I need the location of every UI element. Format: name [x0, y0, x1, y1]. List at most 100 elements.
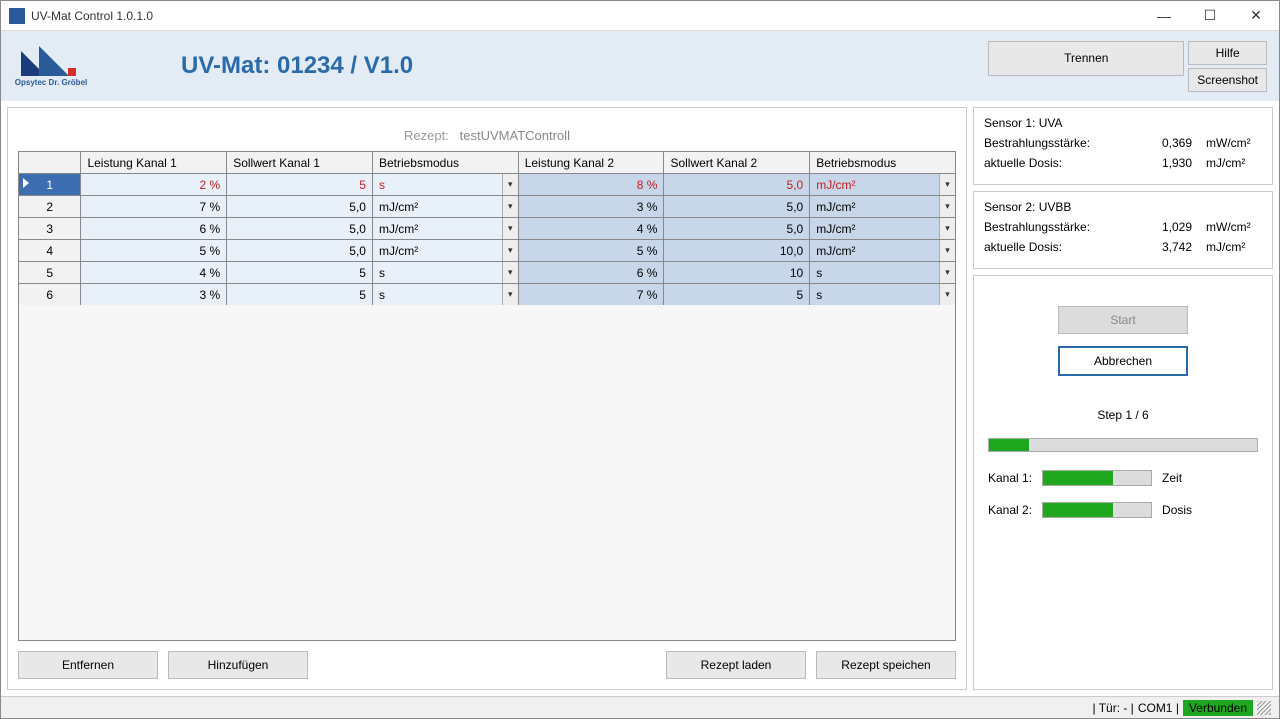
chevron-down-icon[interactable]: ▾ [502, 240, 518, 261]
cell-value[interactable]: 5,0 [664, 196, 810, 218]
sensor2-irr-label: Bestrahlungsstärke: [984, 220, 1132, 234]
row-active-caret-icon [23, 178, 29, 188]
cell-mode[interactable]: mJ/cm²▾ [372, 218, 518, 240]
chevron-down-icon[interactable]: ▾ [939, 240, 955, 261]
cell-value[interactable]: 6 % [518, 262, 664, 284]
col-header[interactable]: Sollwert Kanal 2 [664, 152, 810, 174]
chevron-down-icon[interactable]: ▾ [939, 196, 955, 217]
col-header[interactable] [19, 152, 81, 174]
close-button[interactable]: ✕ [1233, 1, 1279, 31]
cell-mode[interactable]: s▾ [810, 284, 956, 306]
cell-value[interactable]: 3 % [518, 196, 664, 218]
col-header[interactable]: Leistung Kanal 2 [518, 152, 664, 174]
cell-mode[interactable]: mJ/cm²▾ [372, 240, 518, 262]
cell-mode[interactable]: s▾ [372, 174, 518, 196]
maximize-button[interactable]: ☐ [1187, 1, 1233, 31]
col-header[interactable]: Sollwert Kanal 1 [227, 152, 373, 174]
chevron-down-icon[interactable]: ▾ [502, 284, 518, 305]
row-number[interactable]: 2 [19, 196, 81, 218]
abbrechen-button[interactable]: Abbrechen [1058, 346, 1188, 376]
table-row[interactable]: 27 %5,0mJ/cm²▾3 %5,0mJ/cm²▾ [19, 196, 956, 218]
row-number[interactable]: 4 [19, 240, 81, 262]
cell-value[interactable]: 4 % [81, 262, 227, 284]
table-row[interactable]: 54 %5s▾6 %10s▾ [19, 262, 956, 284]
cell-mode[interactable]: s▾ [810, 262, 956, 284]
rezept-laden-button[interactable]: Rezept laden [666, 651, 806, 679]
cell-value[interactable]: 5,0 [227, 240, 373, 262]
cell-value[interactable]: 5 % [518, 240, 664, 262]
cell-mode[interactable]: mJ/cm²▾ [372, 196, 518, 218]
rezept-speichern-button[interactable]: Rezept speichen [816, 651, 956, 679]
entfernen-button[interactable]: Entfernen [18, 651, 158, 679]
header: Opsytec Dr. Gröbel UV-Mat: 01234 / V1.0 … [1, 31, 1279, 101]
table-row[interactable]: 63 %5s▾7 %5s▾ [19, 284, 956, 306]
sensor2-dose-unit: mJ/cm² [1206, 240, 1262, 254]
cell-value[interactable]: 10,0 [664, 240, 810, 262]
hilfe-button[interactable]: Hilfe [1188, 41, 1267, 65]
chevron-down-icon[interactable]: ▾ [939, 218, 955, 239]
chevron-down-icon[interactable]: ▾ [502, 262, 518, 283]
step-label: Step 1 / 6 [984, 408, 1262, 422]
kanal2-unit: Dosis [1162, 503, 1192, 517]
chevron-down-icon[interactable]: ▾ [502, 196, 518, 217]
table-row[interactable]: 12 %5s▾8 %5,0mJ/cm²▾ [19, 174, 956, 196]
screenshot-button[interactable]: Screenshot [1188, 68, 1267, 92]
sensor1-title: Sensor 1: UVA [984, 116, 1262, 130]
cell-mode[interactable]: mJ/cm²▾ [810, 240, 956, 262]
chevron-down-icon[interactable]: ▾ [939, 284, 955, 305]
cell-value[interactable]: 5,0 [664, 174, 810, 196]
hinzufuegen-button[interactable]: Hinzufügen [168, 651, 308, 679]
cell-mode[interactable]: mJ/cm²▾ [810, 174, 956, 196]
row-number[interactable]: 1 [19, 174, 81, 196]
cell-value[interactable]: 8 % [518, 174, 664, 196]
kanal1-progress [1042, 470, 1152, 486]
step-progress [988, 438, 1258, 452]
chevron-down-icon[interactable]: ▾ [939, 262, 955, 283]
cell-value[interactable]: 5,0 [227, 218, 373, 240]
minimize-button[interactable]: — [1141, 1, 1187, 31]
row-number[interactable]: 3 [19, 218, 81, 240]
table-row[interactable]: 45 %5,0mJ/cm²▾5 %10,0mJ/cm²▾ [19, 240, 956, 262]
chevron-down-icon[interactable]: ▾ [939, 174, 955, 195]
cell-value[interactable]: 10 [664, 262, 810, 284]
cell-value[interactable]: 5 [227, 284, 373, 306]
col-header[interactable]: Betriebsmodus [372, 152, 518, 174]
col-header[interactable]: Betriebsmodus [810, 152, 956, 174]
cell-value[interactable]: 5 [664, 284, 810, 306]
cell-value[interactable]: 5 % [81, 240, 227, 262]
cell-value[interactable]: 6 % [81, 218, 227, 240]
cell-value[interactable]: 7 % [81, 196, 227, 218]
recipe-table[interactable]: Leistung Kanal 1Sollwert Kanal 1Betriebs… [18, 151, 956, 306]
sensor2-title: Sensor 2: UVBB [984, 200, 1262, 214]
trennen-button[interactable]: Trennen [988, 41, 1184, 76]
row-number[interactable]: 5 [19, 262, 81, 284]
cell-value[interactable]: 7 % [518, 284, 664, 306]
col-header[interactable]: Leistung Kanal 1 [81, 152, 227, 174]
cell-value[interactable]: 5 [227, 262, 373, 284]
kanal2-label: Kanal 2: [988, 503, 1032, 517]
sensor1-irr-val: 0,369 [1132, 136, 1192, 150]
cell-value[interactable]: 5,0 [227, 196, 373, 218]
cell-value[interactable]: 5,0 [664, 218, 810, 240]
status-com: COM1 | [1138, 701, 1179, 715]
table-row[interactable]: 36 %5,0mJ/cm²▾4 %5,0mJ/cm²▾ [19, 218, 956, 240]
cell-value[interactable]: 4 % [518, 218, 664, 240]
statusbar: | Tür: - | COM1 | Verbunden [1, 696, 1279, 718]
chevron-down-icon[interactable]: ▾ [502, 174, 518, 195]
cell-mode[interactable]: mJ/cm²▾ [810, 218, 956, 240]
sensor2-irr-unit: mW/cm² [1206, 220, 1262, 234]
cell-mode[interactable]: s▾ [372, 262, 518, 284]
logo-icon [21, 46, 81, 76]
resize-grip-icon[interactable] [1257, 701, 1271, 715]
cell-mode[interactable]: s▾ [372, 284, 518, 306]
cell-value[interactable]: 5 [227, 174, 373, 196]
cell-value[interactable]: 3 % [81, 284, 227, 306]
start-button[interactable]: Start [1058, 306, 1188, 334]
recipe-name: testUVMATControll [460, 128, 570, 143]
sensor2-dose-label: aktuelle Dosis: [984, 240, 1132, 254]
row-number[interactable]: 6 [19, 284, 81, 306]
chevron-down-icon[interactable]: ▾ [502, 218, 518, 239]
cell-value[interactable]: 2 % [81, 174, 227, 196]
run-panel: Start Abbrechen Step 1 / 6 Kanal 1: Zeit… [973, 275, 1273, 690]
cell-mode[interactable]: mJ/cm²▾ [810, 196, 956, 218]
